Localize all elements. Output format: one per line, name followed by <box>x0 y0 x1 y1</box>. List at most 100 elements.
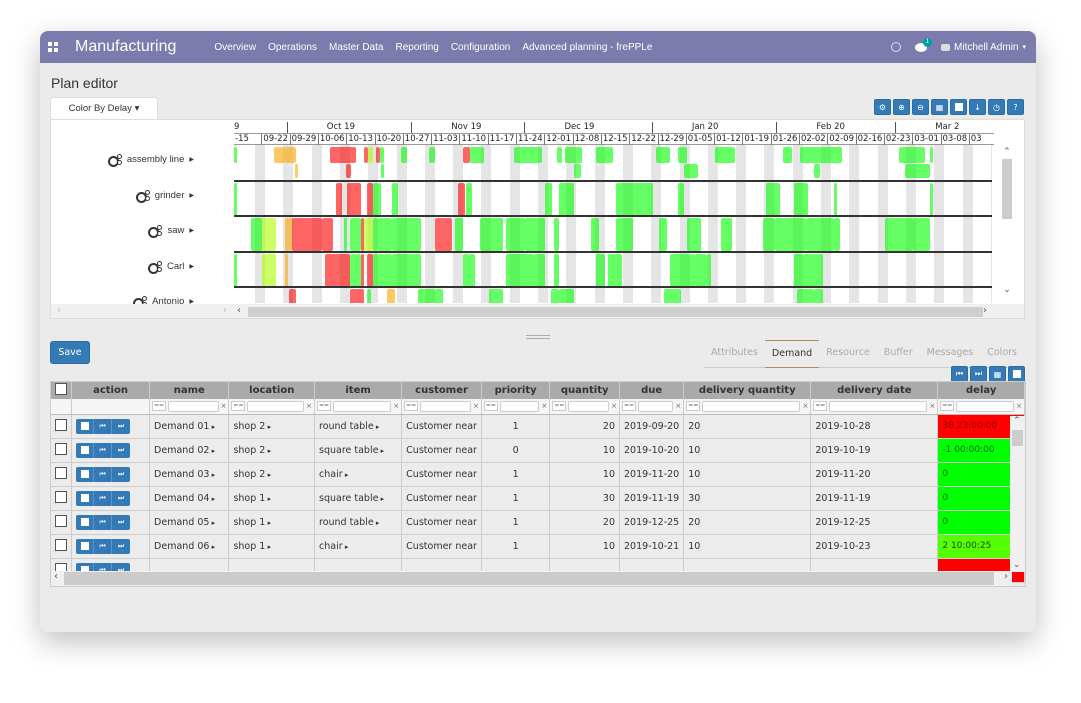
gantt-bar[interactable] <box>553 253 560 287</box>
gantt-bar[interactable] <box>814 289 823 303</box>
filter-operator[interactable]: == <box>231 401 246 412</box>
menu-reporting[interactable]: Reporting <box>395 42 438 53</box>
select-button[interactable] <box>76 538 94 554</box>
caret-right-icon[interactable]: ▸ <box>343 543 349 551</box>
gantt-bar[interactable] <box>913 218 931 251</box>
clear-filter-icon[interactable]: × <box>929 402 935 410</box>
filter-operator[interactable]: == <box>317 401 331 412</box>
gantt-bar[interactable] <box>234 182 238 216</box>
scroll-thumb[interactable] <box>1002 159 1012 219</box>
filter-operator[interactable]: == <box>552 401 567 412</box>
gantt-bar[interactable] <box>565 147 583 163</box>
gantt-bar[interactable] <box>330 147 356 163</box>
gantt-bar[interactable] <box>814 164 820 178</box>
table-row[interactable]: ⏮ ⏭ Demand 06 ▸ shop 1 ▸ chair ▸ Customer nea… <box>51 534 1025 559</box>
gantt-bar[interactable] <box>345 164 352 178</box>
gantt-bar[interactable] <box>379 147 384 163</box>
gantt-bar[interactable] <box>930 147 934 163</box>
scroll-right-icon[interactable]: › <box>1004 571 1008 582</box>
first-icon[interactable]: ⏮ <box>951 366 968 382</box>
gantt-bar[interactable] <box>774 218 806 251</box>
menu-operations[interactable]: Operations <box>268 42 317 53</box>
resource-label[interactable]: assembly line ▶ <box>107 154 194 167</box>
gantt-bar[interactable] <box>800 147 843 163</box>
location-cell[interactable]: shop 2 ▸ <box>228 462 315 487</box>
table-row[interactable]: ⏮ ⏭ Demand 05 ▸ shop 1 ▸ round table ▸ Custom… <box>51 510 1025 535</box>
gantt-bar[interactable] <box>505 253 534 287</box>
gantt-bar[interactable] <box>664 289 682 303</box>
square-icon[interactable] <box>1008 366 1025 382</box>
gantt-bar[interactable] <box>400 147 407 163</box>
color-by-dropdown[interactable]: Color By Delay ▾ <box>50 97 158 119</box>
gantt-bar[interactable] <box>466 182 472 216</box>
timeline-scroll-left-icon[interactable]: ‹ <box>237 305 241 316</box>
gantt-horizontal-scrollbar[interactable]: ‹ › ‹ › <box>51 304 1024 318</box>
caret-right-icon[interactable]: ▸ <box>209 423 216 431</box>
column-header-action[interactable]: action <box>71 382 151 399</box>
gantt-bar[interactable] <box>658 218 667 251</box>
last-button[interactable]: ⏭ <box>112 539 130 554</box>
gantt-bar[interactable] <box>350 289 365 303</box>
item-cell[interactable]: chair ▸ <box>314 534 403 559</box>
caret-right-icon[interactable]: ▸ <box>209 519 216 527</box>
activity-clock-icon[interactable] <box>891 42 902 52</box>
last-button[interactable]: ⏭ <box>112 491 130 506</box>
gantt-bar[interactable] <box>797 289 815 303</box>
caret-right-icon[interactable]: ▸ <box>374 423 380 431</box>
table-row[interactable]: ⏮ ⏭ Demand 03 ▸ shop 2 ▸ chair ▸ Customer nea… <box>51 462 1025 487</box>
clear-filter-icon[interactable]: × <box>221 402 227 410</box>
gantt-bar[interactable] <box>802 253 823 287</box>
column-header-delay[interactable]: delay <box>937 382 1025 399</box>
clear-filter-icon[interactable]: × <box>393 402 399 410</box>
clear-filter-icon[interactable]: × <box>675 402 681 410</box>
caret-right-icon[interactable]: ▸ <box>374 519 380 527</box>
gantt-bar[interactable] <box>904 164 931 178</box>
clear-filter-icon[interactable]: × <box>802 402 808 410</box>
gantt-bar[interactable] <box>607 253 622 287</box>
location-cell[interactable]: shop 2 ▸ <box>228 414 315 439</box>
caret-right-icon[interactable]: ▸ <box>265 423 272 431</box>
menu-configuration[interactable]: Configuration <box>451 42 510 53</box>
item-cell[interactable]: square table ▸ <box>314 486 403 511</box>
column-header-location[interactable]: location <box>228 382 315 399</box>
scroll-down-icon[interactable]: ⌄ <box>1013 560 1021 570</box>
gantt-bar[interactable] <box>468 253 475 287</box>
caret-right-icon[interactable]: ▸ <box>265 543 272 551</box>
gantt-bar[interactable] <box>392 253 421 287</box>
name-cell[interactable]: Demand 03 ▸ <box>149 462 230 487</box>
zoom-out-icon[interactable]: ⊖ <box>912 99 929 115</box>
select-button[interactable] <box>76 418 94 434</box>
clear-filter-icon[interactable]: × <box>473 402 479 410</box>
clock-icon[interactable]: ◷ <box>988 99 1005 115</box>
gantt-bar[interactable] <box>378 182 382 216</box>
gantt-bar[interactable] <box>573 164 581 178</box>
resource-label[interactable]: Carl ▶ <box>147 260 194 274</box>
gantt-bar[interactable] <box>392 218 421 251</box>
select-all-checkbox[interactable] <box>55 383 67 395</box>
first-button[interactable]: ⏮ <box>94 418 112 434</box>
gantt-bar[interactable] <box>361 253 365 287</box>
clear-filter-icon[interactable]: × <box>1016 402 1022 410</box>
column-header-customer[interactable]: customer <box>401 382 482 399</box>
gantt-bar[interactable] <box>695 253 707 287</box>
gantt-bar[interactable] <box>378 218 393 251</box>
first-button[interactable]: ⏮ <box>94 538 112 554</box>
gantt-bar[interactable] <box>590 218 600 251</box>
gantt-bar[interactable] <box>783 147 792 163</box>
gantt-bar[interactable] <box>596 253 605 287</box>
column-header-delivery-quantity[interactable]: delivery quantity <box>683 382 812 399</box>
gantt-bar[interactable] <box>368 147 373 163</box>
clear-filter-icon[interactable]: × <box>541 402 547 410</box>
gantt-bar[interactable] <box>367 289 372 303</box>
row-checkbox[interactable] <box>55 418 67 431</box>
caret-right-icon[interactable]: ▸ <box>378 495 385 503</box>
location-cell[interactable]: shop 1 ▸ <box>228 486 315 511</box>
resource-label[interactable]: grinder ▶ <box>135 189 194 203</box>
save-button[interactable]: Save <box>50 341 90 364</box>
gantt-bar[interactable] <box>381 164 385 178</box>
item-cell[interactable]: round table ▸ <box>314 414 403 439</box>
gantt-bar[interactable] <box>616 182 653 216</box>
gantt-bar[interactable] <box>794 182 809 216</box>
gantt-bar[interactable] <box>556 147 563 163</box>
last-button[interactable]: ⏭ <box>112 443 130 458</box>
